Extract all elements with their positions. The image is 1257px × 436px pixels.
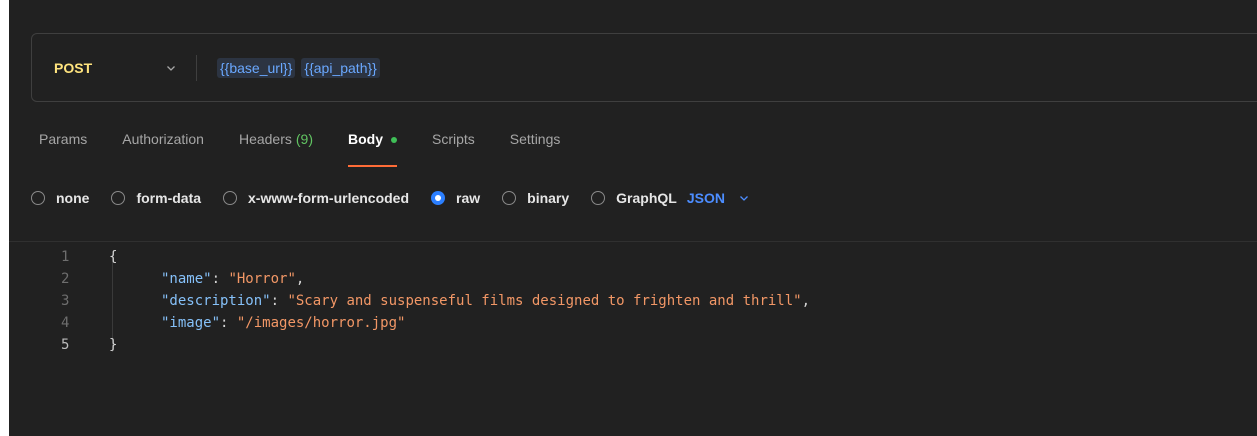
- radio-button[interactable]: [223, 191, 238, 205]
- code-line: 3 "description": "Scary and suspenseful …: [9, 290, 1257, 312]
- json-key: "name": [161, 271, 212, 287]
- chevron-down-icon[interactable]: [164, 61, 178, 75]
- body-active-dot-icon: [391, 137, 397, 143]
- json-value: "/images/horror.jpg": [236, 315, 406, 331]
- body-type-form-data[interactable]: form-data: [111, 190, 201, 206]
- code-line: 1 {: [9, 246, 1257, 268]
- body-type-none[interactable]: none: [31, 190, 89, 206]
- radio-label: none: [56, 190, 90, 206]
- tab-label: Authorization: [122, 131, 204, 147]
- url-bar: POST {{base_url}} {{api_path}}: [31, 33, 1257, 102]
- body-type-selector: none form-data x-www-form-urlencoded raw…: [31, 186, 751, 210]
- json-value: "Scary and suspenseful films designed to…: [287, 293, 802, 309]
- json-value: "Horror": [228, 271, 296, 287]
- radio-button-checked[interactable]: [431, 191, 446, 205]
- body-type-raw[interactable]: raw: [431, 190, 480, 206]
- code-text: "description": "Scary and suspenseful fi…: [161, 293, 811, 309]
- tab-settings[interactable]: Settings: [510, 131, 561, 167]
- tab-label: Headers: [238, 131, 292, 147]
- tab-body[interactable]: Body: [348, 131, 397, 167]
- code-line: 4 "image": "/images/horror.jpg": [9, 312, 1257, 334]
- request-tabs: Params Authorization Headers (9) Body Sc…: [39, 131, 595, 169]
- code-line: 5 }: [9, 334, 1257, 356]
- request-editor: POST {{base_url}} {{api_path}} Params Au…: [9, 0, 1257, 436]
- radio-label: raw: [456, 190, 481, 206]
- language-dropdown[interactable]: JSON: [687, 190, 751, 206]
- body-type-graphql[interactable]: GraphQL: [591, 190, 677, 206]
- tab-params[interactable]: Params: [39, 131, 87, 167]
- tab-label: Settings: [509, 131, 561, 147]
- url-divider: [196, 54, 197, 81]
- code-line: 2 "name": "Horror",: [9, 268, 1257, 290]
- tab-label: Body: [348, 131, 383, 147]
- json-key: "image": [161, 315, 221, 331]
- radio-button[interactable]: [591, 191, 606, 205]
- code-text: }: [109, 337, 118, 353]
- radio-label: form-data: [136, 190, 202, 206]
- json-key: "description": [161, 293, 271, 309]
- tab-authorization[interactable]: Authorization: [122, 131, 204, 167]
- tab-headers[interactable]: Headers (9): [239, 131, 313, 167]
- tab-scripts[interactable]: Scripts: [432, 131, 475, 167]
- line-number: 1: [61, 249, 70, 265]
- code-text: "name": "Horror",: [161, 271, 305, 287]
- radio-button[interactable]: [111, 191, 126, 205]
- code-editor[interactable]: 1 { 2 "name": "Horror", 3 "description":…: [9, 242, 1257, 436]
- method-selector[interactable]: POST: [54, 60, 142, 76]
- tab-label: Params: [39, 131, 88, 147]
- url-variable-api-path[interactable]: {{api_path}}: [301, 57, 380, 78]
- body-type-urlencoded[interactable]: x-www-form-urlencoded: [223, 190, 409, 206]
- radio-label: binary: [527, 190, 570, 206]
- radio-button[interactable]: [31, 191, 45, 205]
- line-number: 3: [61, 293, 70, 309]
- tab-label: Scripts: [432, 131, 475, 147]
- line-number: 5: [61, 337, 70, 353]
- chevron-down-icon: [737, 191, 751, 205]
- body-type-binary[interactable]: binary: [502, 190, 569, 206]
- line-number: 4: [61, 315, 70, 331]
- language-label: JSON: [686, 190, 725, 206]
- radio-label: x-www-form-urlencoded: [248, 190, 410, 206]
- radio-button[interactable]: [502, 191, 517, 205]
- line-number: 2: [61, 271, 70, 287]
- code-text: "image": "/images/horror.jpg": [161, 315, 406, 331]
- url-variable-base-url[interactable]: {{base_url}}: [217, 57, 296, 78]
- radio-label: GraphQL: [616, 190, 677, 206]
- code-text: {: [109, 249, 118, 265]
- headers-count: (9): [295, 131, 313, 147]
